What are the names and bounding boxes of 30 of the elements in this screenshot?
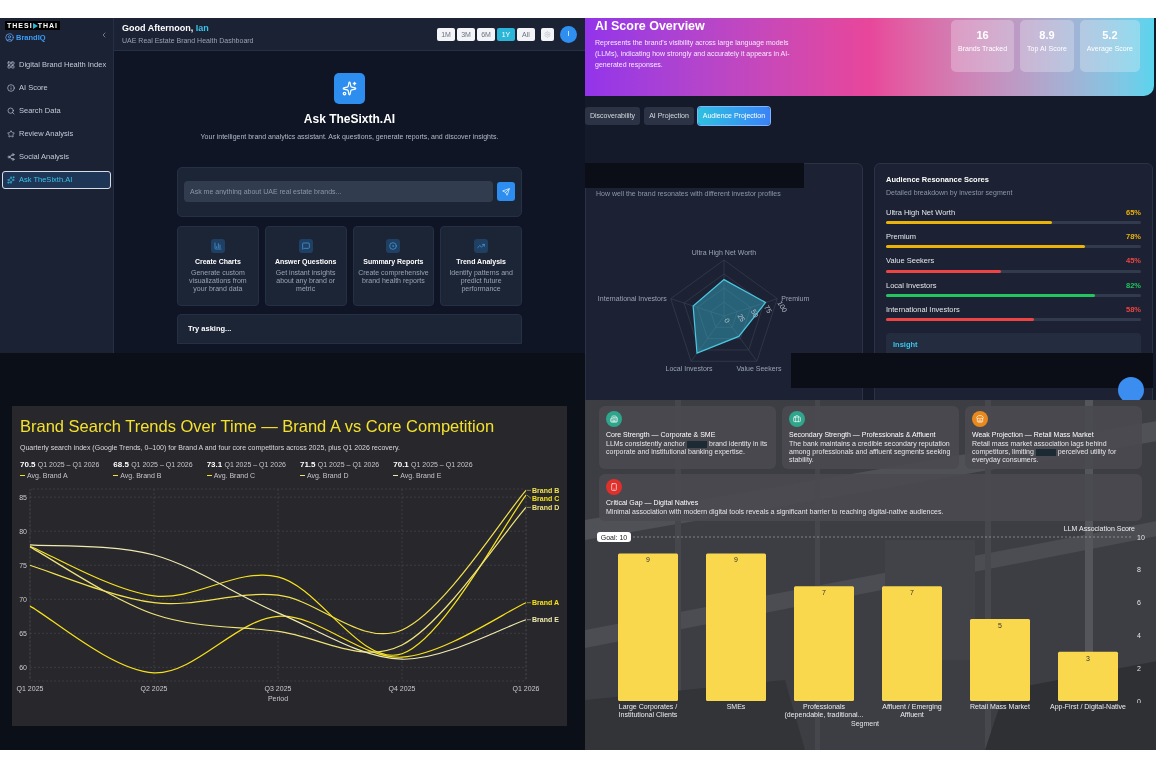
settings-icon	[544, 30, 551, 38]
briefcase-icon	[793, 415, 801, 423]
chevron-logo-icon	[32, 22, 38, 29]
hero-title: Ask TheSixth.AI	[303, 111, 396, 128]
grid-icon	[7, 61, 15, 69]
stat-value: 8.9	[1039, 28, 1055, 43]
sparkles-icon	[342, 81, 357, 96]
bar-chart-icon	[213, 241, 222, 250]
stat-value: 5.2	[1102, 28, 1118, 43]
greeting: Good Afternoon, Ian	[122, 22, 210, 35]
search-icon	[7, 107, 15, 115]
send-icon	[502, 187, 510, 196]
store-icon	[976, 415, 984, 423]
info-icon	[7, 84, 15, 92]
settings-button[interactable]	[541, 27, 554, 41]
bar	[1058, 651, 1118, 701]
target-icon	[389, 241, 398, 250]
message-icon	[301, 241, 310, 250]
phone-icon	[610, 483, 618, 491]
trend-up-icon	[477, 241, 486, 250]
overview-title: AI Score Overview	[595, 18, 706, 35]
sparkles-icon	[7, 176, 15, 184]
collapse-icon[interactable]	[100, 31, 108, 39]
stat-value: 16	[976, 28, 989, 43]
send-button[interactable]	[497, 182, 515, 201]
brand-icon	[5, 33, 14, 43]
building-icon	[610, 415, 618, 423]
share-icon	[7, 153, 15, 161]
chart-title: Brand Search Trends Over Time — Brand A vs Core Competition	[20, 416, 496, 437]
star-icon	[7, 130, 15, 138]
